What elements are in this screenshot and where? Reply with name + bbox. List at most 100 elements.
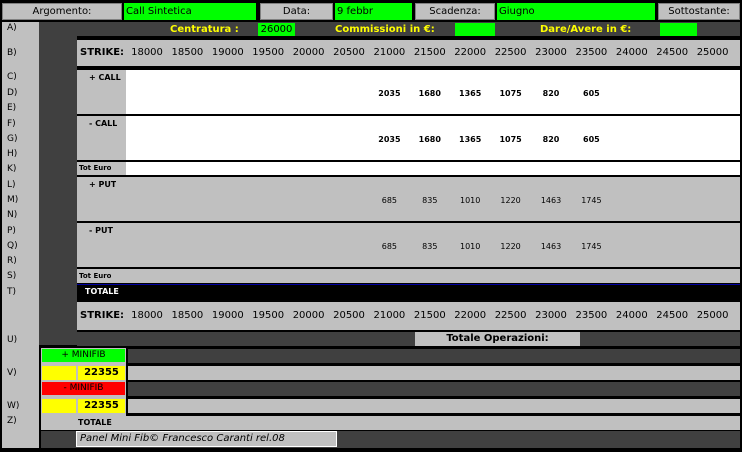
totale-label: TOTALE bbox=[85, 287, 119, 296]
tot-euro-label: Tot Euro bbox=[79, 164, 112, 172]
row-label: F) bbox=[7, 119, 16, 129]
argomento-label: Argomento: bbox=[2, 3, 122, 20]
dare-avere-label: Dare/Avere in €: bbox=[540, 24, 632, 35]
strike-value: 21000 bbox=[373, 310, 406, 321]
row-label: T) bbox=[7, 287, 17, 297]
minifib-plus-value[interactable]: 22355 bbox=[78, 366, 125, 380]
strike-value: 20500 bbox=[333, 310, 365, 321]
option-price: 605 bbox=[583, 89, 600, 98]
option-price: 835 bbox=[422, 242, 438, 251]
totale-bar: TOTALE bbox=[77, 284, 740, 299]
put-minus-row[interactable]: 685 835 1010 1220 1463 1745 bbox=[126, 223, 740, 267]
call-minus-label: - CALL bbox=[89, 119, 118, 128]
strike-value: 18000 bbox=[131, 310, 163, 321]
data-field[interactable]: 9 febbr bbox=[335, 3, 412, 20]
row-label: M) bbox=[7, 195, 19, 205]
row-label: P) bbox=[7, 226, 16, 236]
centratura-field[interactable]: 26000 bbox=[258, 23, 295, 36]
option-price: 1745 bbox=[581, 196, 602, 205]
tot-euro-put-label-cell: Tot Euro bbox=[77, 269, 126, 283]
minifib-minus-qty[interactable] bbox=[42, 399, 76, 413]
option-price: 835 bbox=[422, 196, 438, 205]
sottostante-label: Sottostante: bbox=[658, 3, 740, 20]
call-plus-row[interactable]: 2035 1680 1365 1075 820 605 bbox=[126, 70, 740, 114]
strike-values-top: 18000 18500 19000 19500 20000 20500 21000 21500… bbox=[129, 42, 740, 64]
dare-avere-field[interactable] bbox=[660, 23, 697, 36]
option-price: 820 bbox=[542, 135, 560, 144]
totale-bottom-row: TOTALE bbox=[41, 416, 740, 430]
option-price: 2035 bbox=[378, 135, 401, 144]
option-price: 1220 bbox=[500, 196, 521, 205]
strike-value: 23500 bbox=[575, 310, 608, 321]
put-plus-label-cell: + PUT bbox=[77, 177, 126, 221]
strike-row-bottom: STRIKE: 18000 18500 19000 19500 20000 20500 21… bbox=[77, 302, 740, 330]
strike-values-bottom: 18000 18500 19000 19500 20000 20500 21000 21500… bbox=[129, 305, 740, 327]
row-label: L) bbox=[7, 180, 16, 190]
strike-value: 24000 bbox=[615, 47, 648, 58]
totale-bottom-label: TOTALE bbox=[78, 418, 112, 427]
option-price: 1680 bbox=[418, 89, 441, 98]
option-price: 1745 bbox=[581, 242, 602, 251]
strike-value: 18000 bbox=[131, 47, 163, 58]
option-price: 1075 bbox=[499, 135, 522, 144]
strike-value: 24500 bbox=[656, 47, 689, 58]
strike-value: 23000 bbox=[535, 310, 567, 321]
call-minus-label-cell: - CALL bbox=[77, 116, 126, 160]
strike-value: 20000 bbox=[292, 47, 325, 58]
option-price: 605 bbox=[583, 135, 600, 144]
minifib-plus-qty[interactable] bbox=[42, 366, 76, 380]
put-minus-label-cell: - PUT bbox=[77, 223, 126, 267]
row-label: S) bbox=[7, 271, 17, 281]
minifib-plus-label: + MINIFIB bbox=[42, 349, 125, 362]
option-price: 1010 bbox=[460, 196, 481, 205]
commissioni-label: Commissioni in €: bbox=[335, 24, 435, 35]
option-price: 1365 bbox=[459, 135, 482, 144]
row-label: E) bbox=[7, 103, 17, 113]
commissioni-field[interactable] bbox=[455, 23, 495, 36]
put-plus-row[interactable]: 685 835 1010 1220 1463 1745 bbox=[126, 177, 740, 221]
minifib-plus-bar bbox=[128, 349, 740, 363]
strike-value: 24000 bbox=[615, 310, 648, 321]
option-price: 1220 bbox=[500, 242, 521, 251]
put-plus-label: + PUT bbox=[89, 180, 117, 189]
call-plus-label-cell: + CALL bbox=[77, 70, 126, 114]
row-label: K) bbox=[7, 164, 17, 174]
row-label: V) bbox=[7, 368, 17, 378]
strike-value: 22500 bbox=[494, 47, 527, 58]
row-label: A) bbox=[7, 23, 17, 33]
strike-value: 22000 bbox=[454, 47, 487, 58]
scadenza-field[interactable]: Giugno bbox=[497, 3, 655, 20]
totale-operazioni-label: Totale Operazioni: bbox=[415, 332, 580, 346]
option-price: 1680 bbox=[418, 135, 441, 144]
option-price: 2035 bbox=[378, 89, 401, 98]
call-minus-row[interactable]: 2035 1680 1365 1075 820 605 bbox=[126, 116, 740, 160]
strike-value: 25000 bbox=[696, 47, 729, 58]
strike-value: 22000 bbox=[454, 310, 487, 321]
strike-value: 21000 bbox=[373, 47, 406, 58]
row-label: R) bbox=[7, 256, 17, 266]
row-label: Q) bbox=[7, 241, 18, 251]
centratura-label: Centratura : bbox=[170, 24, 239, 35]
strike-value: 22500 bbox=[494, 310, 527, 321]
put-minus-label: - PUT bbox=[89, 226, 113, 235]
strike-label: STRIKE: bbox=[80, 47, 125, 58]
minifib-minus-value[interactable]: 22355 bbox=[78, 399, 125, 413]
strike-value: 23000 bbox=[535, 47, 567, 58]
row-label: C) bbox=[7, 72, 17, 82]
option-price: 1010 bbox=[460, 242, 481, 251]
tot-euro-call-row bbox=[126, 162, 740, 175]
strike-value: 19000 bbox=[211, 310, 244, 321]
option-price: 1463 bbox=[540, 196, 562, 205]
strike-row-top: STRIKE: 18000 18500 19000 19500 20000 20500 21… bbox=[77, 40, 740, 66]
argomento-field[interactable]: Call Sintetica bbox=[124, 3, 256, 20]
option-price: 685 bbox=[381, 196, 398, 205]
row-label: D) bbox=[7, 88, 18, 98]
option-price: 1075 bbox=[499, 89, 522, 98]
strike-value: 25000 bbox=[696, 310, 729, 321]
row-label: G) bbox=[7, 134, 18, 144]
tot-euro-label-cell: Tot Euro bbox=[77, 162, 126, 175]
option-price: 685 bbox=[381, 242, 398, 251]
left-gutter bbox=[39, 22, 77, 345]
row-label: U) bbox=[7, 335, 18, 345]
tot-euro-put-row bbox=[126, 269, 740, 283]
